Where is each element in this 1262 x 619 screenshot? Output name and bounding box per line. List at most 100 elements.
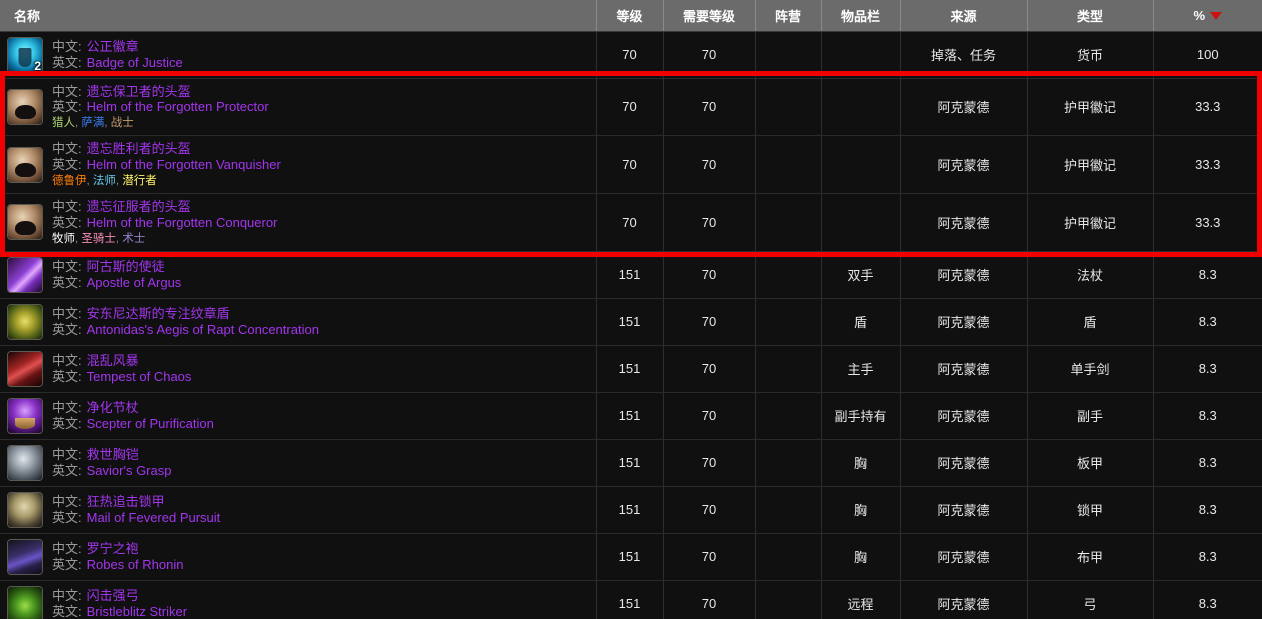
item-icon-frame[interactable] <box>7 350 43 387</box>
item-name-zh-link[interactable]: 狂热追击锁甲 <box>87 494 165 509</box>
item-name-block: 中文: 遗忘保卫者的头盔 英文: Helm of the Forgotten Prot… <box>52 84 269 131</box>
cell-faction <box>755 193 822 252</box>
column-header-level[interactable]: 等级 <box>596 0 664 32</box>
antonidas-aegis-icon <box>8 304 42 339</box>
cell-required-level: 70 <box>663 78 756 137</box>
item-name-block: 中文: 安东尼达斯的专注纹章盾 英文: Antonidas's Aegis of Ra… <box>52 306 319 338</box>
item-name-en-link[interactable]: Apostle of Argus <box>87 275 182 290</box>
column-header-faction[interactable]: 阵营 <box>755 0 822 32</box>
item-icon-frame[interactable] <box>7 397 43 434</box>
class-tag[interactable]: 圣骑士 <box>81 233 116 245</box>
item-name-zh-line: 中文: 公正徽章 <box>52 39 183 55</box>
table-row[interactable]: 中文: 遗忘胜利者的头盔 英文: Helm of the Forgotten Vanq… <box>0 135 1262 194</box>
label-english: 英文: <box>52 157 82 173</box>
label-chinese: 中文: <box>52 141 82 157</box>
cell-slot <box>821 78 901 137</box>
item-name-block: 中文: 救世胸铠 英文: Savior's Grasp <box>52 447 171 479</box>
class-tag[interactable]: 萨满 <box>81 117 104 129</box>
cell-percent: 8.3 <box>1153 251 1262 299</box>
class-tag[interactable]: 猎人 <box>52 117 75 129</box>
item-icon-frame[interactable] <box>7 585 43 619</box>
item-name-zh-line: 中文: 闪击强弓 <box>52 588 187 604</box>
item-name-en-line: 英文: Mail of Fevered Pursuit <box>52 510 220 526</box>
cell-slot: 主手 <box>821 345 901 393</box>
item-name-zh-link[interactable]: 安东尼达斯的专注纹章盾 <box>87 306 230 321</box>
item-name-zh-link[interactable]: 遗忘征服者的头盔 <box>87 199 191 214</box>
item-name-en-link[interactable]: Helm of the Forgotten Protector <box>87 99 269 114</box>
label-chinese: 中文: <box>52 83 82 99</box>
item-name-zh-link[interactable]: 罗宁之袍 <box>87 541 139 556</box>
column-header-name[interactable]: 名称 <box>0 0 597 32</box>
item-name-zh-link[interactable]: 遗忘胜利者的头盔 <box>87 141 191 156</box>
item-icon-frame[interactable] <box>7 303 43 340</box>
cell-faction <box>755 31 822 79</box>
class-tag[interactable]: 法师 <box>93 175 116 187</box>
item-icon-frame[interactable]: 2 <box>7 36 43 73</box>
item-name-en-link[interactable]: Savior's Grasp <box>87 463 172 478</box>
label-english: 英文: <box>52 274 82 290</box>
item-name-zh-link[interactable]: 阿古斯的使徒 <box>87 259 165 274</box>
cell-level: 151 <box>596 251 664 299</box>
cell-faction <box>755 135 822 194</box>
item-name-en-link[interactable]: Bristleblitz Striker <box>87 604 187 619</box>
item-name-en-link[interactable]: Scepter of Purification <box>87 416 214 431</box>
table-row[interactable]: 中文: 狂热追击锁甲 英文: Mail of Fevered Pursuit 151 70… <box>0 486 1262 534</box>
table-row[interactable]: 中文: 阿古斯的使徒 英文: Apostle of Argus 151 70 双手 阿克蒙德法… <box>0 251 1262 299</box>
label-chinese: 中文: <box>52 446 82 462</box>
cell-name: 中文: 净化节杖 英文: Scepter of Purification <box>0 392 597 440</box>
table-body: 2 中文: 公正徽章 英文: Badge of Justice 70 70 掉落、任务 货币 10… <box>0 31 1262 619</box>
column-header-source[interactable]: 来源 <box>900 0 1028 32</box>
item-name-en-link[interactable]: Antonidas's Aegis of Rapt Concentration <box>87 322 319 337</box>
item-icon-frame[interactable] <box>7 88 43 125</box>
item-icon-frame[interactable] <box>7 204 43 241</box>
item-name-zh-link[interactable]: 净化节杖 <box>87 400 139 415</box>
item-icon-frame[interactable] <box>7 256 43 293</box>
label-chinese: 中文: <box>52 198 82 214</box>
table-row[interactable]: 中文: 混乱风暴 英文: Tempest of Chaos 151 70 主手 阿克蒙德 单手剑… <box>0 345 1262 393</box>
item-name-zh-link[interactable]: 遗忘保卫者的头盔 <box>87 84 191 99</box>
cell-type: 法杖 <box>1027 251 1154 299</box>
column-header-slot[interactable]: 物品栏 <box>821 0 901 32</box>
class-tag[interactable]: 战士 <box>111 117 134 129</box>
item-icon-frame[interactable] <box>7 444 43 481</box>
table-row[interactable]: 中文: 救世胸铠 英文: Savior's Grasp 151 70 胸阿克蒙德 板甲 8.3 <box>0 439 1262 487</box>
item-name-block: 中文: 遗忘胜利者的头盔 英文: Helm of the Forgotten Vanq… <box>52 141 281 188</box>
table-row[interactable]: 中文: 罗宁之袍 英文: Robes of Rhonin 151 70 胸阿克蒙德 布甲 8.3 <box>0 533 1262 581</box>
cell-slot <box>821 193 901 252</box>
item-name-block: 中文: 净化节杖 英文: Scepter of Purification <box>52 400 214 432</box>
item-name-zh-link[interactable]: 闪击强弓 <box>87 588 139 603</box>
class-tag[interactable]: 潜行者 <box>122 175 157 187</box>
column-header-percent[interactable]: % <box>1153 0 1262 32</box>
item-name-zh-line: 中文: 净化节杖 <box>52 400 214 416</box>
item-name-zh-link[interactable]: 公正徽章 <box>87 39 139 54</box>
class-tag[interactable]: 德鲁伊 <box>52 175 87 187</box>
item-name-zh-link[interactable]: 混乱风暴 <box>87 353 139 368</box>
table-row[interactable]: 中文: 遗忘保卫者的头盔 英文: Helm of the Forgotten Prot… <box>0 78 1262 137</box>
table-row[interactable]: 中文: 闪击强弓 英文: Bristleblitz Striker 151 70 远程 阿克蒙… <box>0 580 1262 619</box>
item-name-en-link[interactable]: Badge of Justice <box>87 55 183 70</box>
item-name-en-line: 英文: Helm of the Forgotten Vanquisher <box>52 157 281 173</box>
item-icon-frame[interactable] <box>7 491 43 528</box>
sort-desc-arrow-icon[interactable] <box>1210 12 1223 21</box>
table-row[interactable]: 中文: 遗忘征服者的头盔 英文: Helm of the Forgotten Conq… <box>0 193 1262 252</box>
item-icon-frame[interactable] <box>7 538 43 575</box>
label-chinese: 中文: <box>52 540 82 556</box>
item-icon-frame[interactable] <box>7 146 43 183</box>
item-name-en-link[interactable]: Tempest of Chaos <box>87 369 192 384</box>
column-header-reqlevel[interactable]: 需要等级 <box>663 0 756 32</box>
item-name-zh-link[interactable]: 救世胸铠 <box>87 447 139 462</box>
item-name-en-link[interactable]: Helm of the Forgotten Conqueror <box>87 215 278 230</box>
class-tag[interactable]: 牧师 <box>52 233 75 245</box>
item-name-en-link[interactable]: Helm of the Forgotten Vanquisher <box>87 157 281 172</box>
cell-percent: 8.3 <box>1153 298 1262 346</box>
table-row[interactable]: 中文: 净化节杖 英文: Scepter of Purification 151 70 副手… <box>0 392 1262 440</box>
item-name-en-link[interactable]: Mail of Fevered Pursuit <box>87 510 221 525</box>
item-name-en-link[interactable]: Robes of Rhonin <box>87 557 184 572</box>
column-header-type[interactable]: 类型 <box>1027 0 1154 32</box>
item-class-list: 猎人, 萨满, 战士 <box>52 116 269 130</box>
table-row[interactable]: 中文: 安东尼达斯的专注纹章盾 英文: Antonidas's Aegis of Ra… <box>0 298 1262 346</box>
cell-level: 70 <box>596 135 664 194</box>
table-row[interactable]: 2 中文: 公正徽章 英文: Badge of Justice 70 70 掉落、任务 货币 10… <box>0 31 1262 79</box>
class-tag[interactable]: 术士 <box>122 233 145 245</box>
cell-name: 中文: 遗忘胜利者的头盔 英文: Helm of the Forgotten Vanq… <box>0 135 597 194</box>
